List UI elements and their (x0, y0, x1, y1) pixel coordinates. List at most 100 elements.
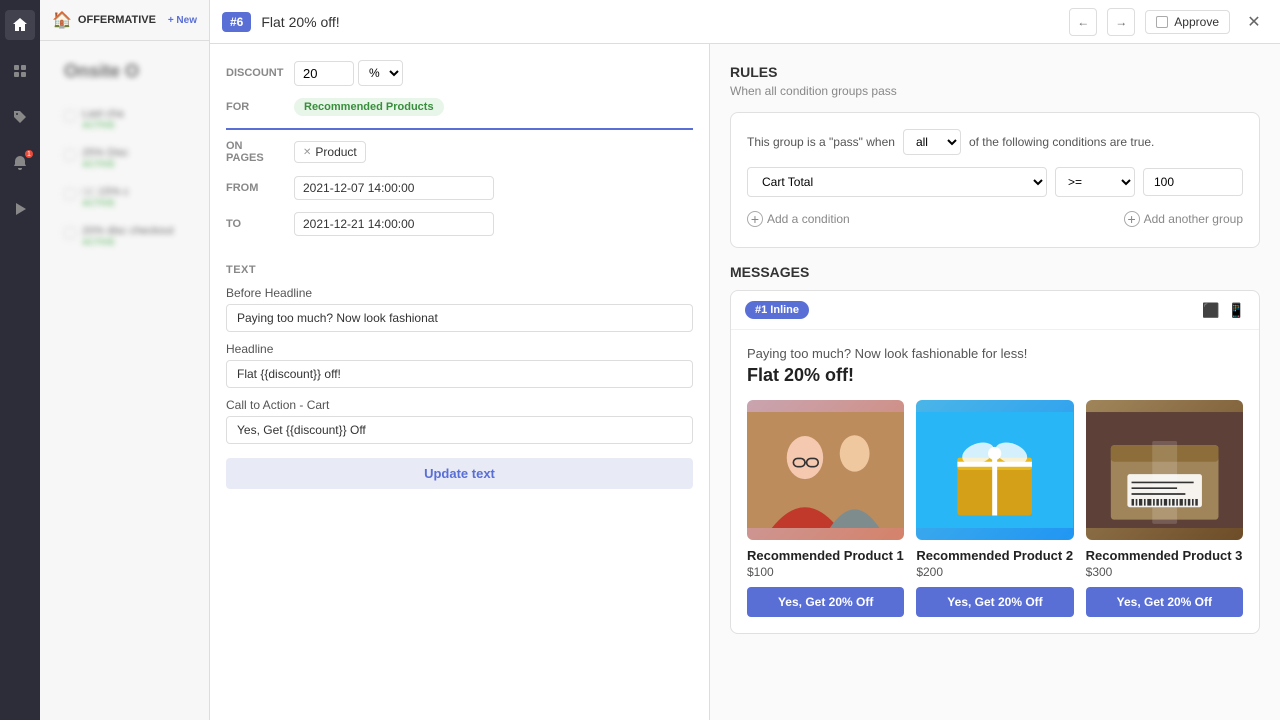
from-row: FROM (226, 176, 693, 200)
home-icon[interactable] (5, 10, 35, 40)
top-bar: #6 ← → Approve ✕ (210, 0, 1280, 44)
on-pages-row: ONPAGES ✕ Product (226, 140, 693, 164)
item-checkbox[interactable] (64, 149, 76, 161)
approve-button[interactable]: Approve (1145, 10, 1230, 34)
item-checkbox[interactable] (64, 188, 76, 200)
mobile-icon[interactable]: 📱 (1228, 302, 1245, 319)
puzzle-icon[interactable] (5, 56, 35, 86)
list-item[interactable]: 20% disc checkout ACTIVE (52, 217, 197, 256)
add-group-label: Add another group (1144, 212, 1243, 226)
from-input[interactable] (294, 176, 494, 200)
product-price-3: $300 (1086, 565, 1243, 579)
product-btn-2[interactable]: Yes, Get 20% Off (916, 587, 1073, 617)
to-row: TO (226, 212, 693, 236)
left-panel: DISCOUNT % $ FOR Recommended Products ON… (210, 44, 710, 720)
item-name: 20% disc checkout (82, 225, 185, 237)
campaign-list: Last cha ACTIVE 25% Disc ACTIVE □□ 15% c… (52, 92, 197, 264)
play-icon[interactable] (5, 194, 35, 224)
product-card-3: Recommended Product 3 $300 Yes, Get 20% … (1086, 400, 1243, 617)
discount-label: DISCOUNT (226, 67, 286, 79)
condition-value-input[interactable] (1143, 168, 1243, 196)
tag-remove-icon[interactable]: ✕ (303, 147, 311, 158)
discount-input[interactable] (294, 61, 354, 86)
add-another-group-button[interactable]: + Add another group (1124, 207, 1243, 231)
product-image-2 (916, 400, 1073, 540)
message-body: Paying too much? Now look fashionable fo… (731, 330, 1259, 633)
to-label: TO (226, 218, 286, 230)
message-before-headline: Paying too much? Now look fashionable fo… (747, 346, 1243, 361)
product-grid: Recommended Product 1 $100 Yes, Get 20% … (747, 400, 1243, 617)
rules-subtitle: When all condition groups pass (730, 84, 1260, 98)
condition-row: Cart Total >= <= = (747, 167, 1243, 197)
product-name-2: Recommended Product 2 (916, 548, 1073, 563)
onsite-header: Onsite O (52, 51, 197, 92)
rules-title: RULES (730, 64, 1260, 80)
add-condition-icon: + (747, 211, 763, 227)
rules-group: This group is a "pass" when all any of t… (730, 112, 1260, 248)
cta-cart-label: Call to Action - Cart (226, 398, 693, 412)
add-group-icon: + (1124, 211, 1140, 227)
bell-icon[interactable]: 1 (5, 148, 35, 178)
product-card-2: Recommended Product 2 $200 Yes, Get 20% … (916, 400, 1073, 617)
list-item[interactable]: Last cha ACTIVE (52, 100, 197, 139)
content-split: DISCOUNT % $ FOR Recommended Products ON… (210, 44, 1280, 720)
group-footer: + Add a condition + Add another group (747, 207, 1243, 231)
sidebar-header: 🏠 OFFERMATIVE + New (40, 0, 209, 41)
condition-field-select[interactable]: Cart Total (747, 167, 1047, 197)
pass-label-after: of the following conditions are true. (969, 135, 1154, 149)
item-checkbox[interactable] (64, 110, 76, 122)
right-panel: RULES When all condition groups pass Thi… (710, 44, 1280, 720)
for-label: FOR (226, 101, 286, 113)
desktop-icon[interactable]: ⬛ (1202, 302, 1219, 319)
pass-select[interactable]: all any (903, 129, 961, 155)
page-tag[interactable]: ✕ Product (294, 141, 366, 163)
view-icons: ⬛ 📱 (1202, 302, 1245, 319)
page-tag-label: Product (315, 145, 356, 159)
discount-row: DISCOUNT % $ (226, 60, 693, 86)
approve-checkbox[interactable] (1156, 16, 1168, 28)
product-price-2: $200 (916, 565, 1073, 579)
message-headline: Flat 20% off! (747, 365, 1243, 386)
from-label: FROM (226, 182, 286, 194)
before-headline-label: Before Headline (226, 286, 693, 300)
approve-label: Approve (1174, 15, 1219, 29)
close-button[interactable]: ✕ (1240, 8, 1268, 36)
next-button[interactable]: → (1107, 8, 1135, 36)
product-btn-1[interactable]: Yes, Get 20% Off (747, 587, 904, 617)
product-btn-3[interactable]: Yes, Get 20% Off (1086, 587, 1243, 617)
new-button[interactable]: + New (168, 15, 197, 26)
product-name-3: Recommended Product 3 (1086, 548, 1243, 563)
discount-input-wrap: % $ (294, 60, 403, 86)
update-text-button[interactable]: Update text (226, 458, 693, 489)
group-pass-row: This group is a "pass" when all any of t… (747, 129, 1243, 155)
item-name: 25% Disc (82, 147, 185, 159)
item-name: Last cha (82, 108, 185, 120)
before-headline-input[interactable] (226, 304, 693, 332)
tag-icon[interactable] (5, 102, 35, 132)
messages-title: MESSAGES (730, 264, 1260, 280)
message-tag[interactable]: #1 Inline (745, 301, 809, 319)
list-item[interactable]: 25% Disc ACTIVE (52, 139, 197, 178)
pass-label-before: This group is a "pass" when (747, 135, 895, 149)
sidebar-icons: 1 (0, 0, 40, 720)
prev-button[interactable]: ← (1069, 8, 1097, 36)
add-condition-button[interactable]: + Add a condition (747, 207, 850, 231)
add-condition-label: Add a condition (767, 212, 850, 226)
for-row: FOR Recommended Products (226, 98, 693, 116)
to-input[interactable] (294, 212, 494, 236)
for-tag[interactable]: Recommended Products (294, 98, 444, 116)
cta-cart-input[interactable] (226, 416, 693, 444)
product-image-3 (1086, 400, 1243, 540)
item-checkbox[interactable] (64, 227, 76, 239)
sidebar-second: 🏠 OFFERMATIVE + New Onsite O Last cha AC… (40, 0, 210, 720)
brand-name: OFFERMATIVE (78, 14, 156, 26)
list-item[interactable]: □□ 15% c ACTIVE (52, 178, 197, 217)
product-image-1 (747, 400, 904, 540)
discount-unit-select[interactable]: % $ (358, 60, 403, 86)
campaign-number: #6 (222, 12, 251, 32)
headline-input[interactable] (226, 360, 693, 388)
campaign-title-input[interactable] (261, 14, 1059, 30)
condition-op-select[interactable]: >= <= = (1055, 167, 1135, 197)
main-area: #6 ← → Approve ✕ DISCOUNT % $ (210, 0, 1280, 720)
product-price-1: $100 (747, 565, 904, 579)
